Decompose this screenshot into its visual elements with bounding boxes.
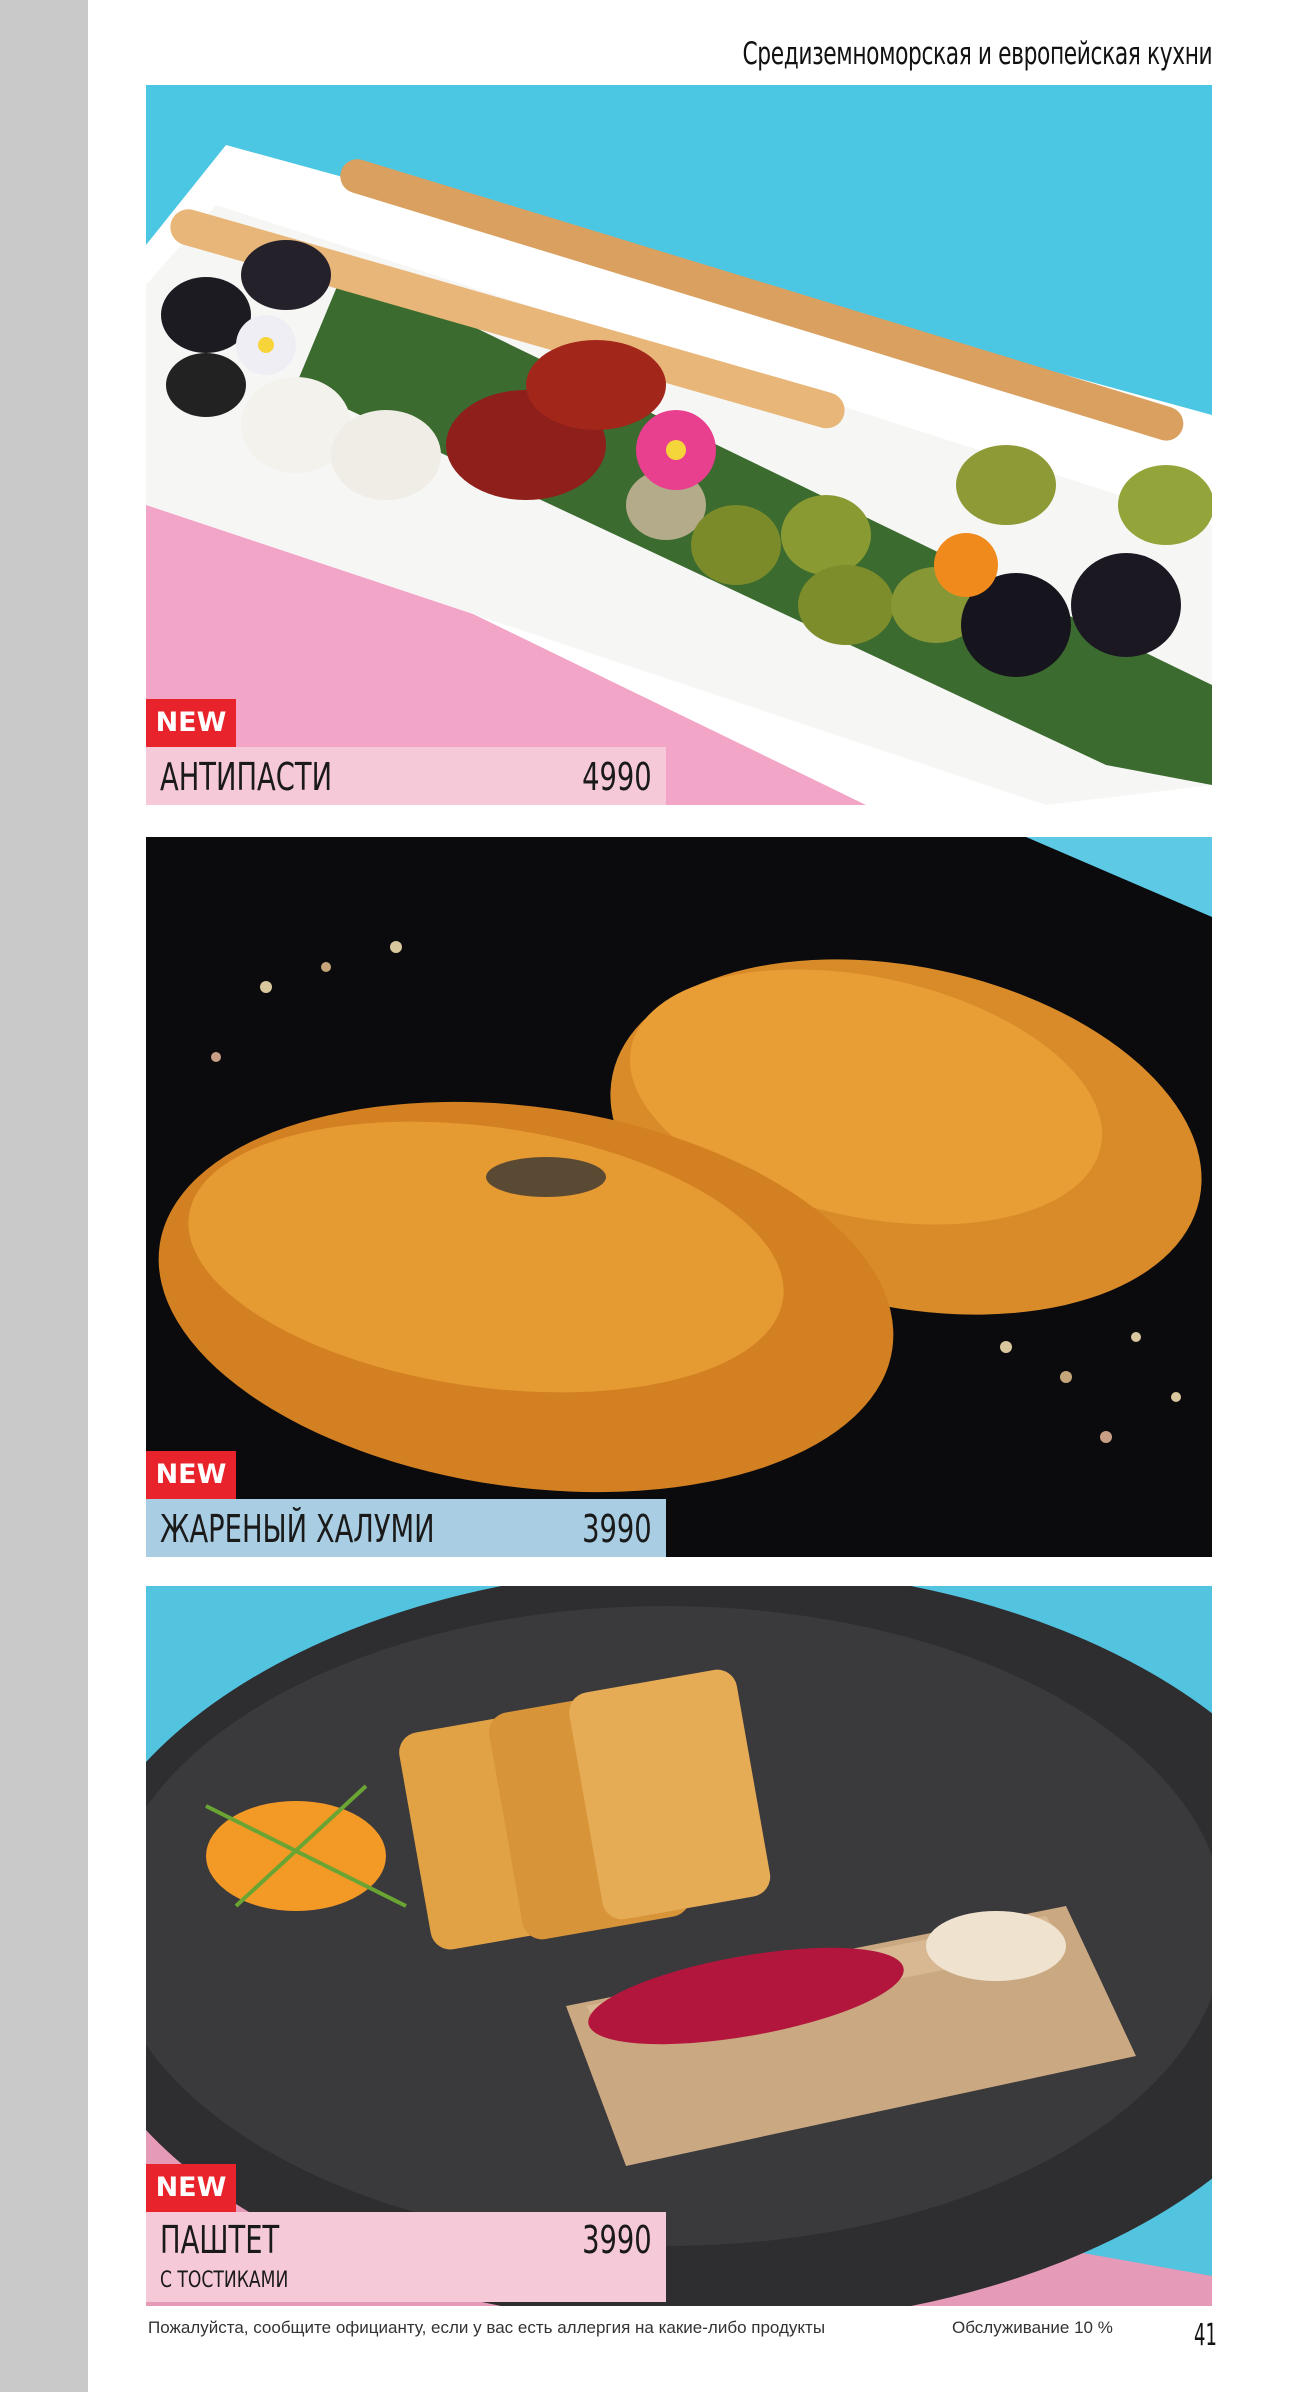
dish-price: 4990: [582, 755, 652, 799]
menu-item-label: АНТИПАСТИ 4990: [146, 747, 666, 805]
dish-subtitle: С ТОСТИКАМИ: [160, 2268, 289, 2293]
left-margin-bar: [0, 0, 88, 2392]
dish-price: 3990: [582, 1507, 652, 1551]
new-badge: NEW: [146, 2164, 236, 2212]
dish-name: АНТИПАСТИ: [160, 755, 333, 799]
page-header-title: Средиземноморская и европейская кухни: [742, 36, 1212, 72]
dish-name: ПАШТЕТ: [160, 2218, 280, 2262]
dish-price: 3990: [582, 2218, 652, 2262]
menu-item-card-antipasti[interactable]: NEW АНТИПАСТИ 4990: [146, 85, 1212, 805]
dish-name: ЖАРЕНЫЙ ХАЛУМИ: [160, 1507, 435, 1551]
new-badge: NEW: [146, 699, 236, 747]
new-badge: NEW: [146, 1451, 236, 1499]
halloumi-photo: [146, 837, 1212, 1557]
menu-item-card-halloumi[interactable]: NEW ЖАРЕНЫЙ ХАЛУМИ 3990: [146, 837, 1212, 1557]
allergy-note: Пожалуйста, сообщите официанту, если у в…: [148, 2318, 826, 2337]
antipasti-photo: [146, 85, 1212, 805]
pate-photo: [146, 1586, 1212, 2306]
menu-item-label: ЖАРЕНЫЙ ХАЛУМИ 3990: [146, 1499, 666, 1557]
page-number: 41: [1194, 2318, 1217, 2353]
menu-item-label: ПАШТЕТ 3990 С ТОСТИКАМИ: [146, 2212, 666, 2302]
service-charge: Обслуживание 10 %: [952, 2318, 1113, 2337]
menu-item-card-pate[interactable]: NEW ПАШТЕТ 3990 С ТОСТИКАМИ: [146, 1586, 1212, 2306]
